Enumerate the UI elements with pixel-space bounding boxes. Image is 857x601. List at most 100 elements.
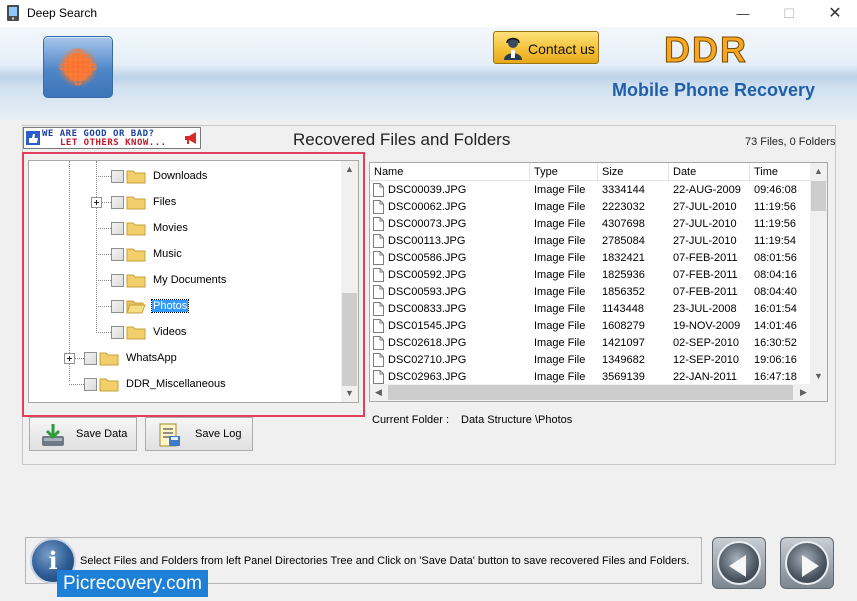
tree-checkbox[interactable] — [111, 248, 124, 261]
save-data-button[interactable]: Save Data — [29, 417, 137, 451]
tree-item-videos[interactable]: Videos — [29, 324, 343, 342]
folder-icon — [126, 248, 146, 262]
tree-item-whatsapp[interactable]: WhatsApp — [29, 350, 343, 368]
tree-checkbox[interactable] — [111, 170, 124, 183]
tree-checkbox[interactable] — [111, 196, 124, 209]
column-header-type[interactable]: Type — [530, 163, 598, 181]
scroll-up-icon[interactable]: ▲ — [810, 163, 827, 180]
maximize-button[interactable]: ☐ — [766, 0, 812, 27]
scroll-down-icon[interactable]: ▼ — [810, 368, 827, 385]
folder-icon — [126, 222, 146, 236]
file-cell-type: Image File — [534, 354, 586, 366]
file-list[interactable]: Name Type Size Date Time DSC00039.JPG Ima… — [369, 162, 828, 402]
file-row[interactable]: DSC01545.JPG Image File 1608279 19-NOV-2009… — [370, 318, 812, 335]
file-cell-date: 07-FEB-2011 — [673, 286, 738, 298]
save-log-label: Save Log — [195, 428, 242, 440]
file-count: 73 Files, 0 Folders — [745, 136, 836, 148]
current-folder-path: Data Structure \Photos — [461, 414, 573, 426]
file-cell-type: Image File — [534, 337, 586, 349]
tree-scrollbar[interactable]: ▲ ▼ — [341, 161, 358, 402]
close-button[interactable]: ✕ — [812, 0, 857, 27]
file-row[interactable]: DSC00593.JPG Image File 1856352 07-FEB-2011… — [370, 284, 812, 301]
file-row[interactable]: DSC02618.JPG Image File 1421097 02-SEP-2010… — [370, 335, 812, 352]
scroll-left-icon[interactable]: ◀ — [370, 384, 387, 401]
directory-tree[interactable]: Downloads Files Movies Music My Document… — [28, 160, 359, 403]
file-icon — [373, 268, 384, 282]
tree-item-label: Videos — [153, 326, 187, 338]
tree-item-files[interactable]: Files — [29, 194, 343, 212]
file-row[interactable]: DSC00833.JPG Image File 1143448 23-JUL-2008… — [370, 301, 812, 318]
tree-item-photos[interactable]: Photos — [29, 298, 343, 316]
file-row[interactable]: DSC00113.JPG Image File 2785084 27-JUL-2010… — [370, 233, 812, 250]
file-cell-time: 16:30:52 — [754, 337, 797, 349]
file-cell-date: 27-JUL-2010 — [673, 218, 737, 230]
brand-logo-text: DDR — [664, 29, 748, 71]
column-header-date[interactable]: Date — [669, 163, 750, 181]
product-name: Mobile Phone Recovery — [612, 80, 816, 100]
save-log-button[interactable]: Save Log — [145, 417, 253, 451]
tree-item-label: My Documents — [153, 274, 227, 286]
tree-checkbox[interactable] — [84, 352, 97, 365]
section-title: Recovered Files and Folders — [293, 130, 511, 149]
scroll-down-icon[interactable]: ▼ — [341, 385, 358, 402]
tree-checkbox[interactable] — [111, 274, 124, 287]
next-button[interactable] — [780, 537, 834, 589]
expand-icon[interactable] — [64, 353, 75, 364]
file-cell-size: 1349682 — [602, 354, 645, 366]
status-message: Select Files and Folders from left Panel… — [80, 555, 690, 567]
tree-checkbox[interactable] — [111, 222, 124, 235]
file-cell-size: 3334144 — [602, 184, 645, 196]
tree-item-label: WhatsApp — [126, 352, 177, 364]
tree-item-label: DDR_Miscellaneous — [126, 378, 226, 390]
file-list-vscrollbar[interactable]: ▲ ▼ — [810, 163, 827, 385]
folder-icon — [126, 274, 146, 288]
scroll-thumb[interactable] — [811, 181, 826, 211]
download-disk-icon — [42, 424, 64, 446]
tree-item-downloads[interactable]: Downloads — [29, 168, 343, 186]
tree-item-music[interactable]: Music — [29, 246, 343, 264]
file-icon — [373, 353, 384, 367]
tree-item-ddr-miscellaneous[interactable]: DDR_Miscellaneous — [29, 376, 343, 394]
file-row[interactable]: DSC00062.JPG Image File 2223032 27-JUL-2010… — [370, 199, 812, 216]
tree-checkbox[interactable] — [111, 326, 124, 339]
file-cell-name: DSC01545.JPG — [388, 320, 467, 332]
tree-item-label: Photos — [150, 299, 190, 313]
tree-checkbox[interactable] — [111, 300, 124, 313]
file-cell-time: 08:04:40 — [754, 286, 797, 298]
file-cell-name: DSC00593.JPG — [388, 286, 467, 298]
file-row[interactable]: DSC00039.JPG Image File 3334144 22-AUG-2009… — [370, 182, 812, 199]
file-cell-name: DSC00039.JPG — [388, 184, 467, 196]
scroll-up-icon[interactable]: ▲ — [341, 161, 358, 178]
scroll-thumb[interactable] — [342, 293, 357, 386]
tree-item-movies[interactable]: Movies — [29, 220, 343, 238]
tree-item-label: Music — [153, 248, 182, 260]
folder-icon — [126, 326, 146, 340]
file-icon — [373, 251, 384, 265]
column-header-name[interactable]: Name — [370, 163, 530, 181]
back-button[interactable] — [712, 537, 766, 589]
tree-item-label: Files — [153, 196, 177, 208]
minimize-button[interactable]: — — [720, 0, 766, 27]
file-cell-type: Image File — [534, 201, 586, 213]
file-cell-size: 1608279 — [602, 320, 645, 332]
column-header-time[interactable]: Time — [750, 163, 812, 181]
tree-item-my-documents[interactable]: My Documents — [29, 272, 343, 290]
scroll-corner — [810, 384, 827, 401]
file-cell-size: 2223032 — [602, 201, 645, 213]
feedback-banner[interactable]: WE ARE GOOD OR BAD? LET OTHERS KNOW... — [23, 127, 201, 149]
expand-icon[interactable] — [91, 197, 102, 208]
feedback-line2: LET OTHERS KNOW... — [60, 138, 167, 148]
file-cell-name: DSC02618.JPG — [388, 337, 467, 349]
column-header-size[interactable]: Size — [598, 163, 669, 181]
file-cell-size: 1143448 — [602, 303, 645, 315]
file-row[interactable]: DSC00586.JPG Image File 1832421 07-FEB-2011… — [370, 250, 812, 267]
tree-checkbox[interactable] — [84, 378, 97, 391]
file-cell-name: DSC00586.JPG — [388, 252, 467, 264]
file-row[interactable]: DSC00073.JPG Image File 4307698 27-JUL-2010… — [370, 216, 812, 233]
file-icon — [373, 200, 384, 214]
file-list-hscrollbar[interactable]: ◀ ▶ — [370, 384, 812, 401]
file-row[interactable]: DSC00592.JPG Image File 1825936 07-FEB-2011… — [370, 267, 812, 284]
scroll-thumb[interactable] — [388, 385, 793, 400]
contact-us-button[interactable]: Contact us — [493, 31, 599, 64]
file-row[interactable]: DSC02710.JPG Image File 1349682 12-SEP-2010… — [370, 352, 812, 369]
